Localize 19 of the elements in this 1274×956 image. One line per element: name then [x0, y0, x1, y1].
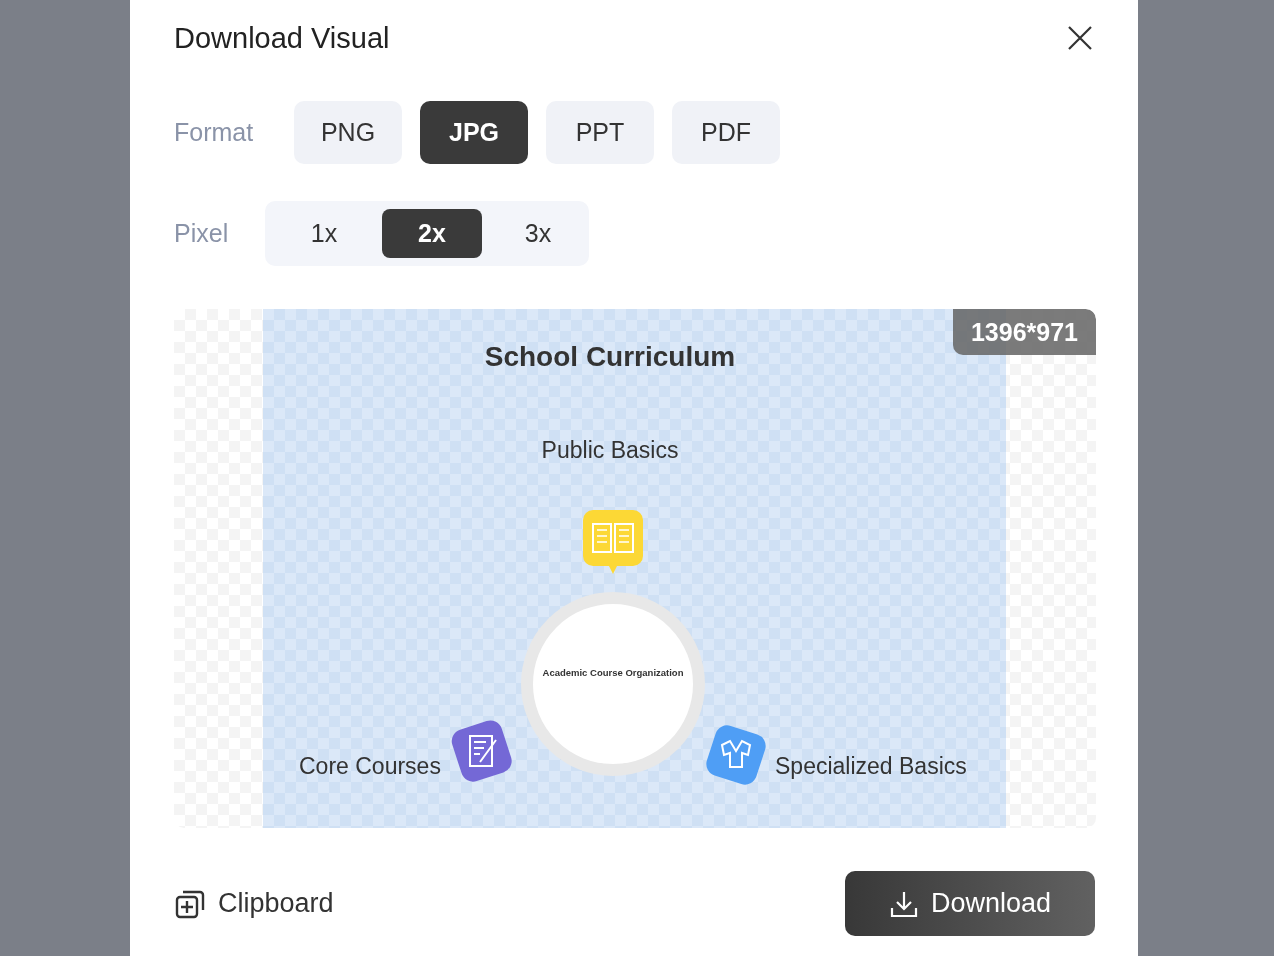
format-option[interactable]: PDF: [672, 101, 780, 164]
pixel-option[interactable]: 2x: [382, 209, 482, 258]
center-text: Academic Course Organization: [542, 666, 684, 678]
format-label: Format: [174, 118, 255, 147]
slide-title: School Curriculum: [483, 341, 737, 373]
branch-label: Public Basics: [540, 437, 680, 464]
size-badge: 1396*971: [952, 309, 1096, 355]
pixel-option[interactable]: 1x: [272, 209, 376, 258]
branch-label: Core Courses: [299, 753, 441, 780]
close-icon[interactable]: [1067, 25, 1093, 51]
format-option[interactable]: JPG: [420, 101, 528, 164]
pixel-option[interactable]: 3x: [488, 209, 588, 258]
dialog-title: Download Visual: [174, 21, 390, 55]
pixel-label: Pixel: [174, 219, 230, 248]
download-button[interactable]: Download: [845, 871, 1095, 936]
clipboard-button[interactable]: Clipboard: [174, 887, 334, 920]
format-option[interactable]: PNG: [294, 101, 402, 164]
branch-label: Specialized Basics: [775, 753, 967, 780]
format-option[interactable]: PPT: [546, 101, 654, 164]
